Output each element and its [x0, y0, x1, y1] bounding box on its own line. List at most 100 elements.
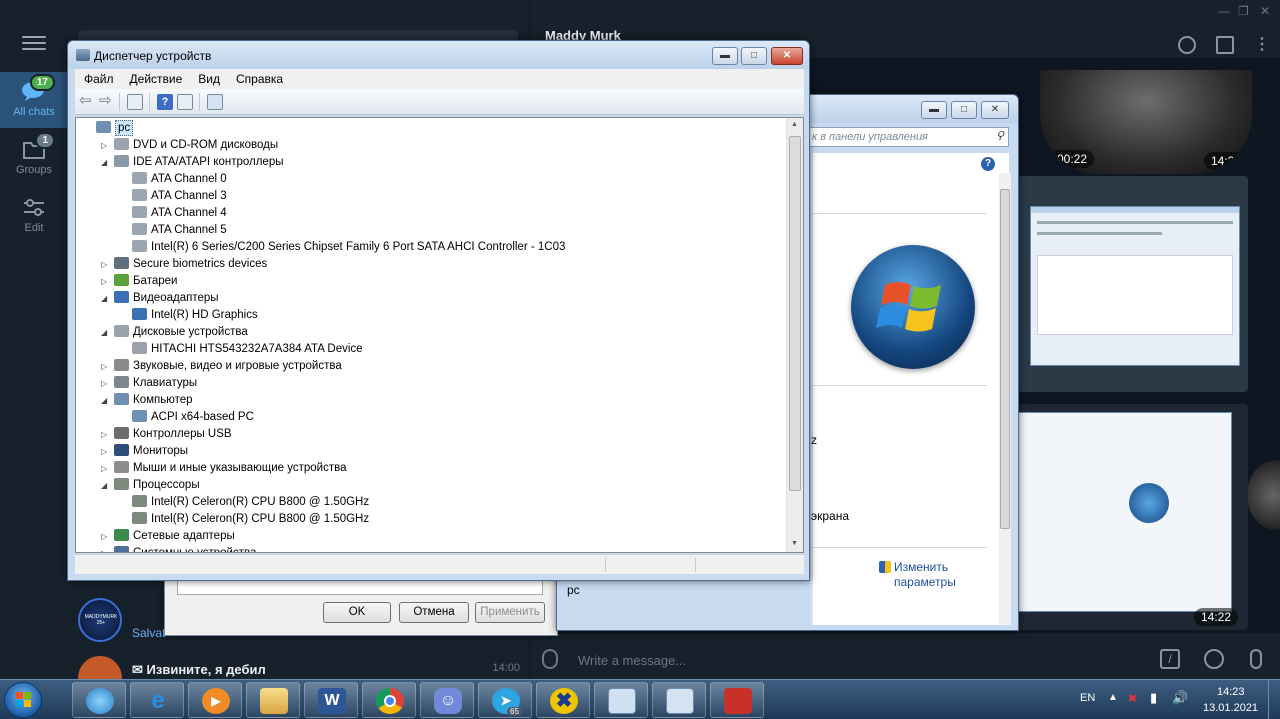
back-arrow-icon[interactable]: ⇦ — [79, 93, 95, 110]
apply-button[interactable]: Применить — [475, 602, 545, 623]
tree-category[interactable]: ▷ Системные устройства — [101, 545, 256, 552]
tree-device[interactable]: Intel(R) 6 Series/C200 Series Chipset Fa… — [132, 239, 565, 256]
taskbar-chrome[interactable] — [362, 682, 416, 718]
tree-category[interactable]: ▷ Secure biometrics devices — [101, 256, 267, 273]
properties-icon[interactable] — [177, 94, 193, 110]
expanded-arrow-icon[interactable]: ◢ — [101, 290, 107, 307]
close-button[interactable]: ✕ — [771, 47, 803, 65]
show-desktop-button[interactable] — [1268, 680, 1280, 719]
tray-expand-icon[interactable]: ▲ — [1108, 692, 1118, 703]
taskbar-telegram[interactable]: ➤ 65 — [478, 682, 532, 718]
scroll-up-icon[interactable]: ▲ — [791, 121, 798, 128]
tree-category[interactable]: ▷ Звуковые, видео и игровые устройства — [101, 358, 342, 375]
collapsed-arrow-icon[interactable]: ▷ — [101, 273, 107, 290]
change-settings-link[interactable]: Изменить параметры — [894, 560, 974, 590]
collapsed-arrow-icon[interactable]: ▷ — [101, 426, 107, 443]
taskbar-control-panel[interactable] — [594, 682, 648, 718]
tree-category[interactable]: ◢ Видеоадаптеры — [101, 290, 219, 307]
photo-message[interactable]: 00:22 14:21 — [1040, 70, 1252, 174]
tree-device[interactable]: ATA Channel 0 — [132, 171, 227, 188]
restore-icon[interactable]: ❐ — [1238, 4, 1249, 18]
scan-hardware-icon[interactable] — [207, 94, 223, 110]
emoji-icon[interactable] — [1204, 649, 1224, 669]
expanded-arrow-icon[interactable]: ◢ — [101, 324, 107, 341]
tree-device[interactable]: ACPI x64-based PC — [132, 409, 254, 426]
hamburger-menu-icon[interactable] — [22, 36, 46, 54]
forward-arrow-icon[interactable]: ⇨ — [99, 93, 115, 110]
scrollbar-thumb[interactable] — [789, 136, 801, 491]
taskbar-network-app[interactable] — [72, 682, 126, 718]
tree-category[interactable]: ◢ Процессоры — [101, 477, 200, 494]
tree-category[interactable]: ◢ Компьютер — [101, 392, 193, 409]
taskbar-discord[interactable]: ☺ — [420, 682, 474, 718]
tree-category[interactable]: ◢ Дисковые устройства — [101, 324, 248, 341]
tree-device[interactable]: ATA Channel 4 — [132, 205, 227, 222]
properties-pane-icon[interactable] — [127, 94, 143, 110]
search-input[interactable]: к в панели управления ⚲ — [807, 127, 1009, 147]
expanded-arrow-icon[interactable]: ◢ — [101, 154, 107, 171]
menu-action[interactable]: Действие — [121, 69, 190, 86]
network-error-icon[interactable]: ✖ — [1128, 692, 1137, 705]
taskbar-explorer[interactable] — [246, 682, 300, 718]
taskbar-internet-explorer[interactable]: e — [130, 682, 184, 718]
collapsed-arrow-icon[interactable]: ▷ — [101, 358, 107, 375]
taskbar-device-manager[interactable] — [652, 682, 706, 718]
tree-category[interactable]: ▷ Мониторы — [101, 443, 188, 460]
tree-root[interactable]: pc — [96, 120, 134, 137]
cancel-button[interactable]: Отмена — [399, 602, 469, 623]
maximize-button[interactable]: □ — [741, 47, 767, 65]
language-indicator[interactable]: EN — [1080, 692, 1095, 704]
collapsed-arrow-icon[interactable]: ▷ — [101, 137, 107, 154]
tree-device[interactable]: ATA Channel 3 — [132, 188, 227, 205]
expanded-arrow-icon[interactable]: ◢ — [101, 392, 107, 409]
sidebar-toggle-icon[interactable] — [1216, 36, 1234, 54]
tree-device[interactable]: ATA Channel 5 — [132, 222, 227, 239]
collapsed-arrow-icon[interactable]: ▷ — [101, 545, 107, 552]
taskbar-xapp[interactable]: ✖ — [536, 682, 590, 718]
volume-icon[interactable]: 🔊 — [1172, 690, 1188, 706]
collapsed-arrow-icon[interactable]: ▷ — [101, 443, 107, 460]
tree-device[interactable]: Intel(R) HD Graphics — [132, 307, 258, 324]
taskbar-toolbox[interactable] — [710, 682, 764, 718]
chat-list-item[interactable]: ✉ Извините, я дебил 14:00 — [68, 650, 530, 700]
screenshot-message[interactable]: 14:22 — [1018, 404, 1248, 630]
message-input[interactable]: Write a message... — [578, 653, 686, 668]
collapsed-arrow-icon[interactable]: ▷ — [101, 528, 107, 545]
scrollbar[interactable] — [999, 173, 1011, 625]
menu-file[interactable]: Файл — [75, 69, 121, 86]
folder-all-chats[interactable]: 17 All chats — [0, 72, 68, 128]
ok-button[interactable]: OK — [323, 602, 391, 623]
collapsed-arrow-icon[interactable]: ▷ — [101, 460, 107, 477]
start-button[interactable] — [4, 682, 42, 718]
minimize-button[interactable]: ▬ — [921, 101, 947, 119]
tree-device[interactable]: HITACHI HTS543232A7A384 ATA Device — [132, 341, 363, 358]
tree-category[interactable]: ▷ DVD и CD-ROM дисководы — [101, 137, 278, 154]
expanded-arrow-icon[interactable]: ◢ — [101, 477, 107, 494]
taskbar-word[interactable]: W — [304, 682, 358, 718]
tree-category[interactable]: ▷ Батареи — [101, 273, 177, 290]
command-icon[interactable]: / — [1160, 649, 1180, 669]
folder-groups[interactable]: 1 Groups — [0, 130, 68, 186]
screenshot-message[interactable] — [1018, 176, 1248, 392]
folder-edit[interactable]: Edit — [0, 188, 68, 244]
tree-category[interactable]: ▷ Клавиатуры — [101, 375, 197, 392]
more-icon[interactable]: ⋮ — [1254, 34, 1270, 54]
microphone-icon[interactable] — [1250, 649, 1262, 669]
menu-help[interactable]: Справка — [227, 69, 290, 86]
battery-icon[interactable]: ▮ — [1150, 690, 1157, 706]
clock-date[interactable]: 13.01.2021 — [1203, 702, 1258, 714]
tree-category[interactable]: ▷ Мыши и иные указывающие устройства — [101, 460, 347, 477]
close-button[interactable]: ✕ — [981, 101, 1009, 119]
tree-device[interactable]: Intel(R) Celeron(R) CPU B800 @ 1.50GHz — [132, 494, 369, 511]
scroll-down-icon[interactable]: ▼ — [791, 540, 798, 547]
close-icon[interactable]: ✕ — [1260, 4, 1270, 18]
attach-icon[interactable] — [542, 649, 558, 669]
tree-category[interactable]: ▷ Сетевые адаптеры — [101, 528, 235, 545]
tree-category[interactable]: ▷ Контроллеры USB — [101, 426, 232, 443]
collapsed-arrow-icon[interactable]: ▷ — [101, 256, 107, 273]
collapsed-arrow-icon[interactable]: ▷ — [101, 375, 107, 392]
search-icon[interactable] — [1178, 36, 1196, 54]
minimize-icon[interactable]: — — [1218, 4, 1230, 18]
clock-time[interactable]: 14:23 — [1217, 686, 1245, 698]
help-icon[interactable]: ? — [981, 157, 995, 171]
